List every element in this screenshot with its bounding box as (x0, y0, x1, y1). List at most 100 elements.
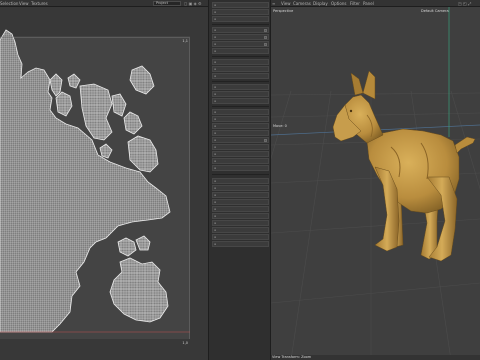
tool-icon-20: ▪ (214, 152, 217, 156)
uv-toolbar-icons[interactable]: ◻ ▣ ◈ ⚙ (184, 1, 202, 6)
tool-button-26[interactable]: ▪ (212, 199, 269, 205)
tool-button-24[interactable]: ▪ (212, 185, 269, 191)
tool-button-19[interactable]: ▪ (212, 144, 269, 150)
menu-selection[interactable]: Selection (0, 1, 18, 6)
menu-panel[interactable]: Panel (363, 1, 374, 6)
menu-view[interactable]: View (19, 1, 29, 6)
viewport-layout-icons[interactable]: ◳ ◰ ⤢ (458, 1, 471, 6)
tool-button-12[interactable]: ▪ (212, 91, 269, 97)
tool-icon-7: ▪ (214, 49, 217, 53)
tool-icon-32: ▪ (214, 242, 217, 246)
uv-project-dropdown[interactable]: Project (153, 1, 181, 6)
menu-options[interactable]: Options (331, 1, 346, 6)
tool-button-22[interactable]: ▪ (212, 165, 269, 171)
tool-button-8[interactable]: ▪ (212, 59, 269, 65)
menu-vp-view[interactable]: View (281, 1, 291, 6)
dog-eye (349, 109, 353, 113)
view-name-label[interactable]: Perspective (273, 9, 293, 13)
tool-checkbox-4[interactable] (264, 29, 267, 32)
uv-island-12 (109, 257, 169, 323)
uv-island-8 (127, 135, 159, 173)
tool-icon-16: ▪ (214, 124, 217, 128)
tool-button-14[interactable]: ▪ (212, 109, 269, 115)
tool-button-6[interactable]: ▪ (212, 41, 269, 47)
tool-button-31[interactable]: ▪ (212, 234, 269, 240)
tool-button-2[interactable]: ▪ (212, 9, 269, 15)
tool-icon-21: ▪ (214, 159, 217, 163)
tool-panel: ▪ ▪ ▪ ▪ ▪ ▪ ▪ ▪ ▪ ▪ ▪ ▪ ▪ ▪ ▪ ▪ ▪ ▪ ▪ ▪ … (208, 0, 271, 360)
tool-icon-25: ▪ (214, 193, 217, 197)
tool-icon-18: ▪ (214, 138, 217, 142)
tool-button-17[interactable]: ▪ (212, 130, 269, 136)
tool-icon-5: ▪ (214, 35, 217, 39)
tool-icon-14: ▪ (214, 110, 217, 114)
viewport-scene[interactable] (271, 7, 480, 360)
tool-button-27[interactable]: ▪ (212, 206, 269, 212)
tool-button-20[interactable]: ▪ (212, 151, 269, 157)
tool-button-7[interactable]: ▪ (212, 48, 269, 54)
tool-separator (212, 81, 269, 82)
tool-button-9[interactable]: ▪ (212, 66, 269, 72)
tool-button-18[interactable]: ▪ (212, 137, 269, 143)
tool-button-29[interactable]: ▪ (212, 220, 269, 226)
tool-icon-23: ▪ (214, 179, 217, 183)
tool-button-11[interactable]: ▪ (212, 84, 269, 90)
tool-checkbox-6[interactable] (264, 43, 267, 46)
tool-button-28[interactable]: ▪ (212, 213, 269, 219)
camera-name-label[interactable]: Default Camera (421, 9, 449, 13)
uv-island-5 (111, 93, 127, 117)
tool-icon-6: ▪ (214, 42, 217, 46)
tool-icon-19: ▪ (214, 145, 217, 149)
tool-icon-24: ▪ (214, 186, 217, 190)
tool-icon-17: ▪ (214, 131, 217, 135)
uv-island-3 (67, 73, 81, 89)
tool-button-16[interactable]: ▪ (212, 123, 269, 129)
uv-island-1 (49, 73, 63, 97)
uv-island-2 (55, 91, 73, 117)
tool-button-1[interactable]: ▪ (212, 2, 269, 8)
tool-button-3[interactable]: ▪ (212, 16, 269, 22)
3d-viewport[interactable]: Perspective Default Camera Move: 0 View … (271, 7, 480, 360)
menu-icon[interactable]: ≡ (272, 1, 275, 6)
uv-island-6 (129, 65, 155, 95)
tool-button-10[interactable]: ▪ (212, 73, 269, 79)
tool-button-25[interactable]: ▪ (212, 192, 269, 198)
tool-icon-22: ▪ (214, 166, 217, 170)
tool-icon-3: ▪ (214, 17, 217, 21)
tool-icon-15: ▪ (214, 117, 217, 121)
tool-separator (212, 24, 269, 25)
tool-icon-28: ▪ (214, 214, 217, 218)
tool-icon-8: ▪ (214, 60, 217, 64)
axis-readout: Move: 0 (273, 124, 287, 128)
tool-icon-27: ▪ (214, 207, 217, 211)
tool-checkbox-5[interactable] (264, 36, 267, 39)
tool-icon-26: ▪ (214, 200, 217, 204)
tool-button-4[interactable]: ▪ (212, 27, 269, 33)
uv-island-4 (79, 83, 113, 141)
tool-button-23[interactable]: ▪ (212, 178, 269, 184)
tool-icon-4: ▪ (214, 28, 217, 32)
uv-island-9 (99, 143, 113, 159)
viewport-status-bar: View Transform: Zoom (271, 355, 480, 360)
tool-button-32[interactable]: ▪ (212, 241, 269, 247)
menu-display[interactable]: Display (313, 1, 328, 6)
uv-island-11 (135, 235, 151, 251)
viewport-status-text: View Transform: Zoom (272, 355, 312, 359)
tool-checkbox-18[interactable] (264, 139, 267, 142)
uv-island-10 (117, 237, 137, 257)
uv-islands-wireframe[interactable] (0, 7, 208, 360)
uv-island-7 (123, 111, 143, 135)
tool-button-5[interactable]: ▪ (212, 34, 269, 40)
tool-button-30[interactable]: ▪ (212, 227, 269, 233)
menu-cameras[interactable]: Cameras (293, 1, 311, 6)
tool-button-21[interactable]: ▪ (212, 158, 269, 164)
tool-icon-31: ▪ (214, 235, 217, 239)
uv-project-dropdown-label: Project (156, 1, 168, 5)
tool-button-15[interactable]: ▪ (212, 116, 269, 122)
tool-icon-30: ▪ (214, 228, 217, 232)
menu-textures[interactable]: Textures (31, 1, 48, 6)
tool-icon-10: ▪ (214, 74, 217, 78)
tool-button-13[interactable]: ▪ (212, 98, 269, 104)
tool-icon-12: ▪ (214, 92, 217, 96)
menu-filter[interactable]: Filter (350, 1, 360, 6)
